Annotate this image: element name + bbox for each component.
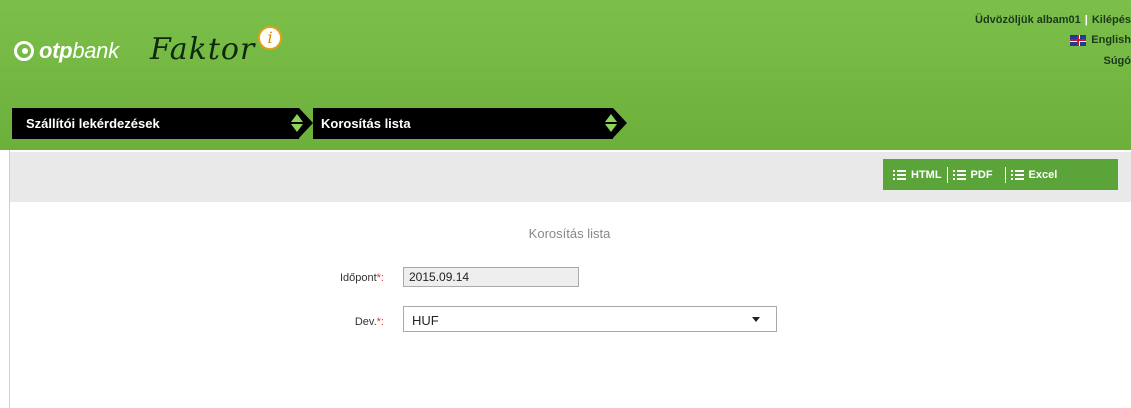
breadcrumb-item-aging-list[interactable]: Korosítás lista xyxy=(313,108,627,139)
otp-logo-text-rest: bank xyxy=(72,38,119,63)
export-html-button[interactable]: HTML xyxy=(893,169,942,181)
header-bar: otpbank Faktor i Üdvözöljük albam01 | Ki… xyxy=(0,0,1131,150)
chevron-down-icon xyxy=(752,317,760,322)
otp-logo-icon xyxy=(14,41,34,61)
list-icon xyxy=(1010,169,1024,180)
export-pdf-button[interactable]: PDF xyxy=(952,168,993,181)
form-title: Korosítás lista xyxy=(528,226,611,241)
currency-label: Dev.*: xyxy=(354,316,384,328)
app-title-info-icon: i xyxy=(258,26,282,50)
currency-select[interactable]: HUF xyxy=(403,306,777,332)
export-pdf-label: PDF xyxy=(970,168,993,181)
divider xyxy=(946,166,948,183)
breadcrumb: Szállítói lekérdezések Korosítás lista xyxy=(12,108,627,139)
logout-link[interactable]: Kilépés xyxy=(1092,14,1131,26)
app-title: Faktor xyxy=(150,32,256,67)
date-field[interactable]: 2015.09.14 xyxy=(403,267,579,287)
help-link[interactable]: Súgó xyxy=(1104,55,1131,67)
export-html-label: HTML xyxy=(911,168,942,181)
language-link[interactable]: English xyxy=(1091,34,1131,46)
breadcrumb-label: Korosítás lista xyxy=(321,116,411,131)
breadcrumb-item-supplier-queries[interactable]: Szállítói lekérdezések xyxy=(12,108,313,139)
list-icon xyxy=(952,169,966,180)
breadcrumb-label: Szállítói lekérdezések xyxy=(26,116,160,131)
date-label: Időpont*: xyxy=(339,272,384,284)
sort-arrows-icon[interactable] xyxy=(291,114,303,134)
welcome-text: Üdvözöljük albam01 xyxy=(975,14,1081,26)
list-icon xyxy=(893,169,906,180)
user-menu: Üdvözöljük albam01 | Kilépés English Súg… xyxy=(975,14,1131,67)
required-marker: *: xyxy=(376,272,384,284)
export-excel-label: Excel xyxy=(1028,168,1058,181)
otp-bank-logo: otpbank xyxy=(14,38,119,64)
uk-flag-icon xyxy=(1070,34,1087,46)
language-switch[interactable]: English xyxy=(975,34,1131,46)
required-marker: *: xyxy=(376,316,384,328)
divider: | xyxy=(1084,14,1088,26)
export-excel-button[interactable]: Excel xyxy=(1010,168,1058,181)
sort-arrows-icon[interactable] xyxy=(605,114,617,134)
currency-selected-value: HUF xyxy=(412,313,439,328)
divider xyxy=(1004,166,1006,183)
export-bar: HTML PDF Excel xyxy=(883,159,1118,190)
otp-logo-text-bold: otp xyxy=(39,38,73,63)
